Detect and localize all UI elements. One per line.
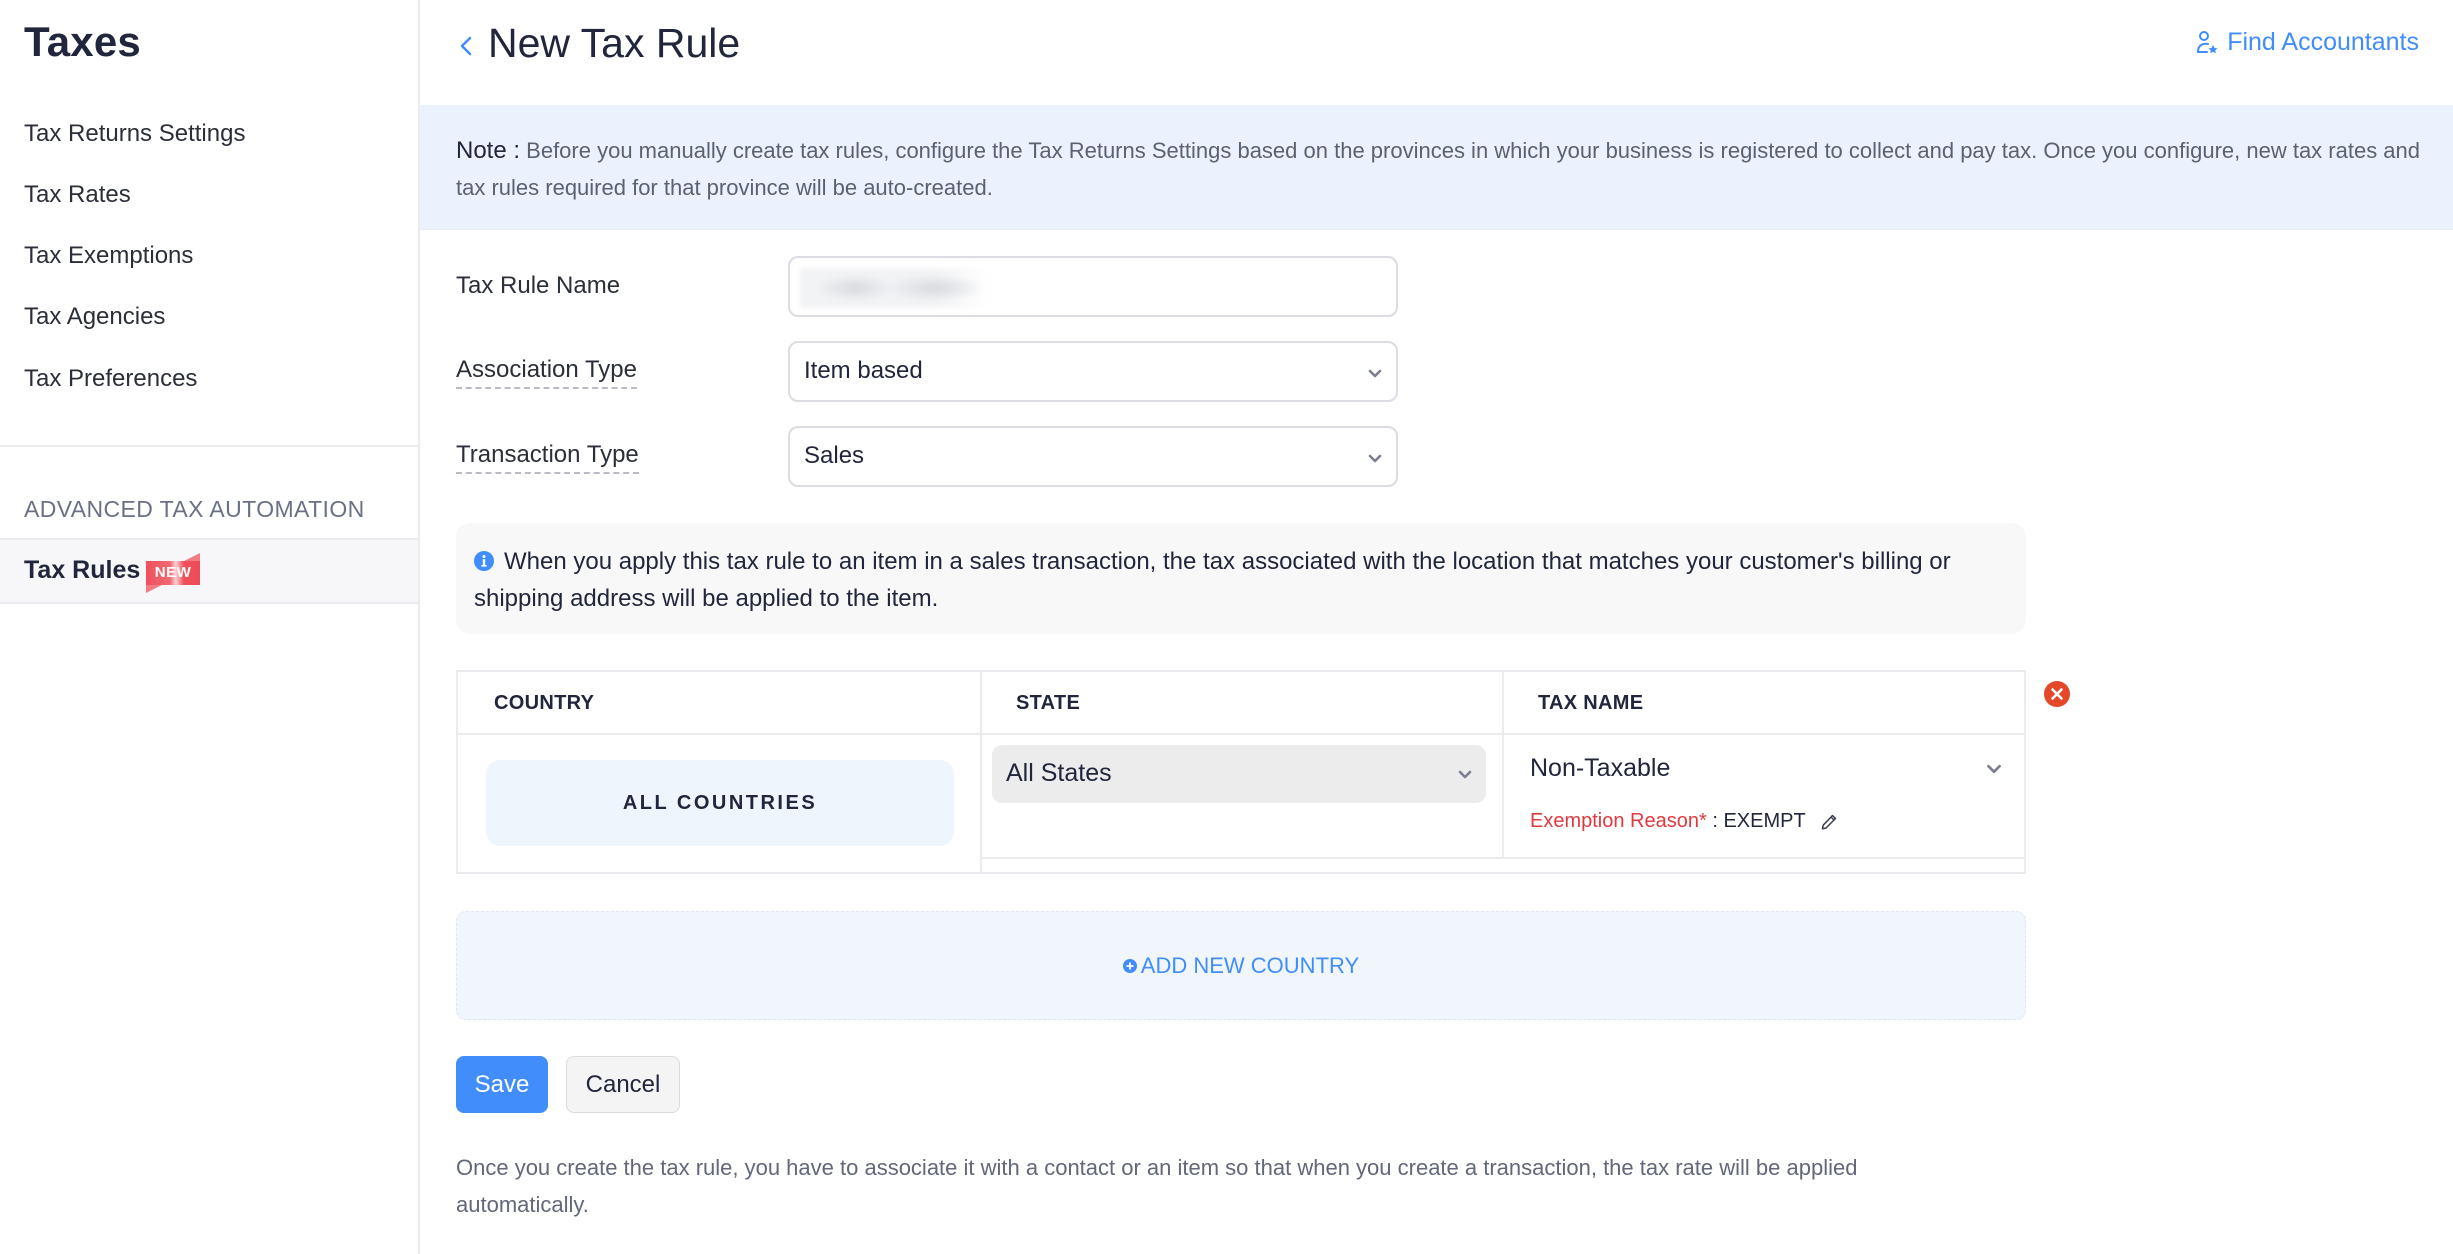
chevron-down-icon bbox=[1987, 764, 2001, 774]
redacted-value bbox=[800, 268, 990, 308]
tax-rule-name-input[interactable] bbox=[788, 256, 1398, 317]
save-button[interactable]: Save bbox=[456, 1056, 548, 1113]
page-title: New Tax Rule bbox=[488, 20, 741, 66]
exemption-reason-label: Exemption Reason* bbox=[1530, 810, 1707, 832]
info-box: When you apply this tax rule to an item … bbox=[456, 523, 2026, 634]
association-type-value: Item based bbox=[804, 357, 923, 384]
sidebar-item-tax-preferences[interactable]: Tax Preferences bbox=[24, 365, 197, 393]
chevron-down-icon bbox=[1458, 770, 1472, 779]
sidebar-section-title: ADVANCED TAX AUTOMATION bbox=[24, 496, 365, 522]
add-new-country-button[interactable]: ADD NEW COUNTRY bbox=[456, 911, 2026, 1020]
pencil-icon[interactable] bbox=[1820, 813, 1838, 831]
note-label: Note : bbox=[456, 137, 521, 164]
note-text: Before you manually create tax rules, co… bbox=[456, 138, 2421, 200]
exemption-reason: Exemption Reason* : EXEMPT bbox=[1530, 810, 1838, 833]
cancel-button[interactable]: Cancel bbox=[566, 1056, 680, 1113]
column-header-state: STATE bbox=[1016, 692, 1081, 714]
sidebar-item-tax-returns-settings[interactable]: Tax Returns Settings bbox=[24, 120, 245, 148]
note-banner: Note : Before you manually create tax ru… bbox=[420, 105, 2453, 230]
country-cell[interactable]: ALL COUNTRIES bbox=[486, 760, 954, 846]
exemption-separator: : bbox=[1706, 810, 1724, 832]
tax-rule-table: COUNTRY STATE TAX NAME ALL COUNTRIES All… bbox=[456, 670, 2026, 874]
sidebar-item-label: Tax Rules bbox=[24, 556, 141, 584]
info-icon bbox=[474, 551, 494, 571]
transaction-type-value: Sales bbox=[804, 442, 865, 469]
add-new-country-label: ADD NEW COUNTRY bbox=[1140, 952, 1360, 978]
chevron-down-icon bbox=[1368, 369, 1382, 378]
row-divider bbox=[980, 857, 2024, 859]
chevron-down-icon bbox=[1368, 454, 1382, 463]
chevron-left-icon[interactable] bbox=[458, 34, 474, 58]
badge-ribbon-fold bbox=[184, 553, 200, 561]
info-text: When you apply this tax rule to an item … bbox=[474, 548, 1951, 612]
tax-name-select[interactable]: Non-Taxable bbox=[1506, 742, 2006, 790]
row-divider bbox=[458, 733, 2024, 735]
column-header-country: COUNTRY bbox=[494, 692, 595, 714]
column-divider bbox=[1502, 672, 1504, 858]
new-badge: NEW bbox=[146, 553, 202, 593]
transaction-type-label: Transaction Type bbox=[456, 441, 639, 474]
state-value: All States bbox=[1006, 759, 1112, 787]
badge-ribbon-fold bbox=[146, 585, 162, 593]
association-type-label: Association Type bbox=[456, 356, 637, 389]
tax-rule-name-label: Tax Rule Name bbox=[456, 272, 621, 299]
state-select[interactable]: All States bbox=[992, 745, 1486, 803]
association-type-select[interactable]: Item based bbox=[788, 341, 1398, 402]
tax-name-value: Non-Taxable bbox=[1530, 754, 1671, 782]
sidebar-item-tax-rates[interactable]: Tax Rates bbox=[24, 181, 131, 209]
plus-circle-icon bbox=[1122, 958, 1137, 973]
exemption-reason-value: EXEMPT bbox=[1723, 810, 1806, 832]
remove-row-icon[interactable] bbox=[2044, 681, 2070, 707]
badge-label: NEW bbox=[146, 561, 200, 585]
column-divider bbox=[980, 672, 982, 874]
user-star-icon bbox=[2197, 30, 2218, 53]
footnote-text: Once you create the tax rule, you have t… bbox=[456, 1155, 1858, 1217]
sidebar-title: Taxes bbox=[24, 18, 141, 65]
sidebar: Taxes Tax Returns Settings Tax Rates Tax… bbox=[0, 0, 420, 1254]
sidebar-item-tax-exemptions[interactable]: Tax Exemptions bbox=[24, 242, 193, 270]
sidebar-item-tax-rules[interactable]: Tax Rules NEW bbox=[0, 538, 418, 604]
find-accountants-label: Find Accountants bbox=[2227, 28, 2419, 56]
find-accountants-link[interactable]: Find Accountants bbox=[2195, 28, 2419, 57]
column-header-tax-name: TAX NAME bbox=[1538, 692, 1644, 714]
sidebar-divider bbox=[0, 445, 418, 447]
transaction-type-select[interactable]: Sales bbox=[788, 426, 1398, 487]
sidebar-item-tax-agencies[interactable]: Tax Agencies bbox=[24, 303, 165, 331]
